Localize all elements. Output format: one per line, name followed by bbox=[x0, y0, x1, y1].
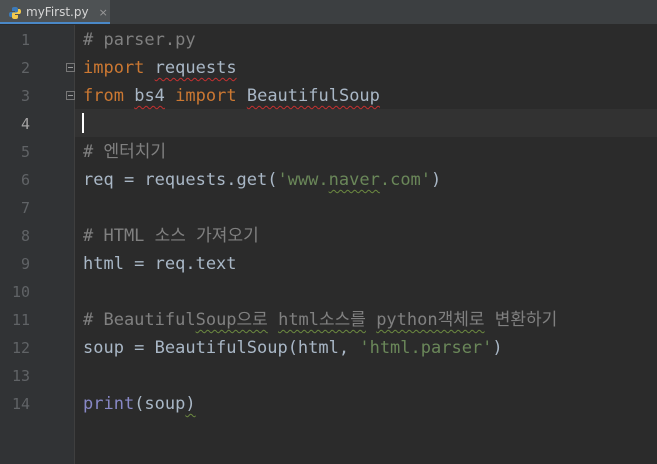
code-line-14: print(soup) bbox=[83, 390, 196, 418]
line-number: 6 bbox=[20, 171, 30, 189]
code-line-2: import requests bbox=[83, 54, 237, 82]
code-text: ) bbox=[431, 170, 442, 190]
line-number: 12 bbox=[11, 339, 30, 357]
comment-typo: Soup으로 bbox=[195, 310, 268, 330]
code-text-warning: ) bbox=[185, 394, 196, 414]
line-number: 11 bbox=[11, 311, 30, 329]
string-literal-typo: naver bbox=[328, 170, 380, 190]
code-line-12: soup = BeautifulSoup(html, 'html.parser'… bbox=[83, 334, 503, 362]
keyword-from: from bbox=[83, 86, 124, 106]
close-tab-icon[interactable]: × bbox=[99, 6, 108, 19]
keyword-import: import bbox=[175, 86, 237, 106]
comment-typo: python객체로 bbox=[376, 310, 485, 330]
editor-tab-bar: myFirst.py × bbox=[0, 0, 657, 25]
line-number-gutter: 1 2 3 4 5 6 7 8 9 10 11 12 13 14 bbox=[0, 25, 75, 464]
line-number: 14 bbox=[11, 395, 30, 413]
line-number-current: 4 bbox=[20, 115, 30, 133]
active-tab-indicator bbox=[0, 22, 110, 24]
comment-text: # Beautiful bbox=[83, 310, 196, 330]
code-text: req = requests.get( bbox=[83, 170, 278, 190]
tab-label: myFirst.py bbox=[26, 5, 89, 19]
tab-myfirst-py[interactable]: myFirst.py × bbox=[0, 0, 110, 24]
code-text: ) bbox=[492, 338, 503, 358]
code-line-6: req = requests.get('www.naver.com') bbox=[83, 166, 441, 194]
code-line-3: from bs4 import BeautifulSoup bbox=[83, 82, 380, 110]
line-number: 9 bbox=[20, 255, 30, 273]
comment-text bbox=[268, 310, 278, 330]
code-line-5: # 엔터치기 bbox=[83, 142, 167, 162]
comment-typo: html소스를 bbox=[278, 310, 366, 330]
code-text: (soup bbox=[134, 394, 186, 414]
code-line-9: html = req.text bbox=[83, 254, 237, 274]
code-line-8: # HTML 소스 가져오기 bbox=[83, 226, 259, 246]
fold-marker-icon[interactable] bbox=[66, 63, 75, 72]
string-literal: 'www. bbox=[277, 170, 329, 190]
string-literal: 'html.parser' bbox=[359, 338, 493, 358]
builtin-print: print bbox=[83, 394, 135, 414]
fold-marker-icon[interactable] bbox=[66, 91, 75, 100]
line-number: 5 bbox=[20, 143, 30, 161]
current-line-highlight bbox=[75, 109, 657, 137]
module-bs4: bs4 bbox=[134, 86, 165, 106]
line-number: 10 bbox=[11, 283, 30, 301]
text-caret bbox=[82, 113, 84, 133]
line-number: 3 bbox=[20, 87, 30, 105]
comment-text: 변환하기 bbox=[484, 310, 558, 330]
module-requests: requests bbox=[154, 58, 237, 78]
line-number: 13 bbox=[11, 367, 30, 385]
line-number: 7 bbox=[20, 199, 30, 217]
line-number: 8 bbox=[20, 227, 30, 245]
python-file-icon bbox=[8, 5, 22, 19]
keyword-import: import bbox=[83, 58, 145, 78]
code-line-11: # BeautifulSoup으로 html소스를 python객체로 변환하기 bbox=[83, 306, 557, 334]
line-number: 2 bbox=[20, 59, 30, 77]
name-beautifulsoup: BeautifulSoup bbox=[246, 86, 380, 106]
code-text: soup = BeautifulSoup(html, bbox=[83, 338, 360, 358]
string-literal: .com' bbox=[379, 170, 432, 190]
comment-text bbox=[366, 310, 376, 330]
code-line-1: # parser.py bbox=[83, 30, 196, 50]
line-number: 1 bbox=[20, 31, 30, 49]
